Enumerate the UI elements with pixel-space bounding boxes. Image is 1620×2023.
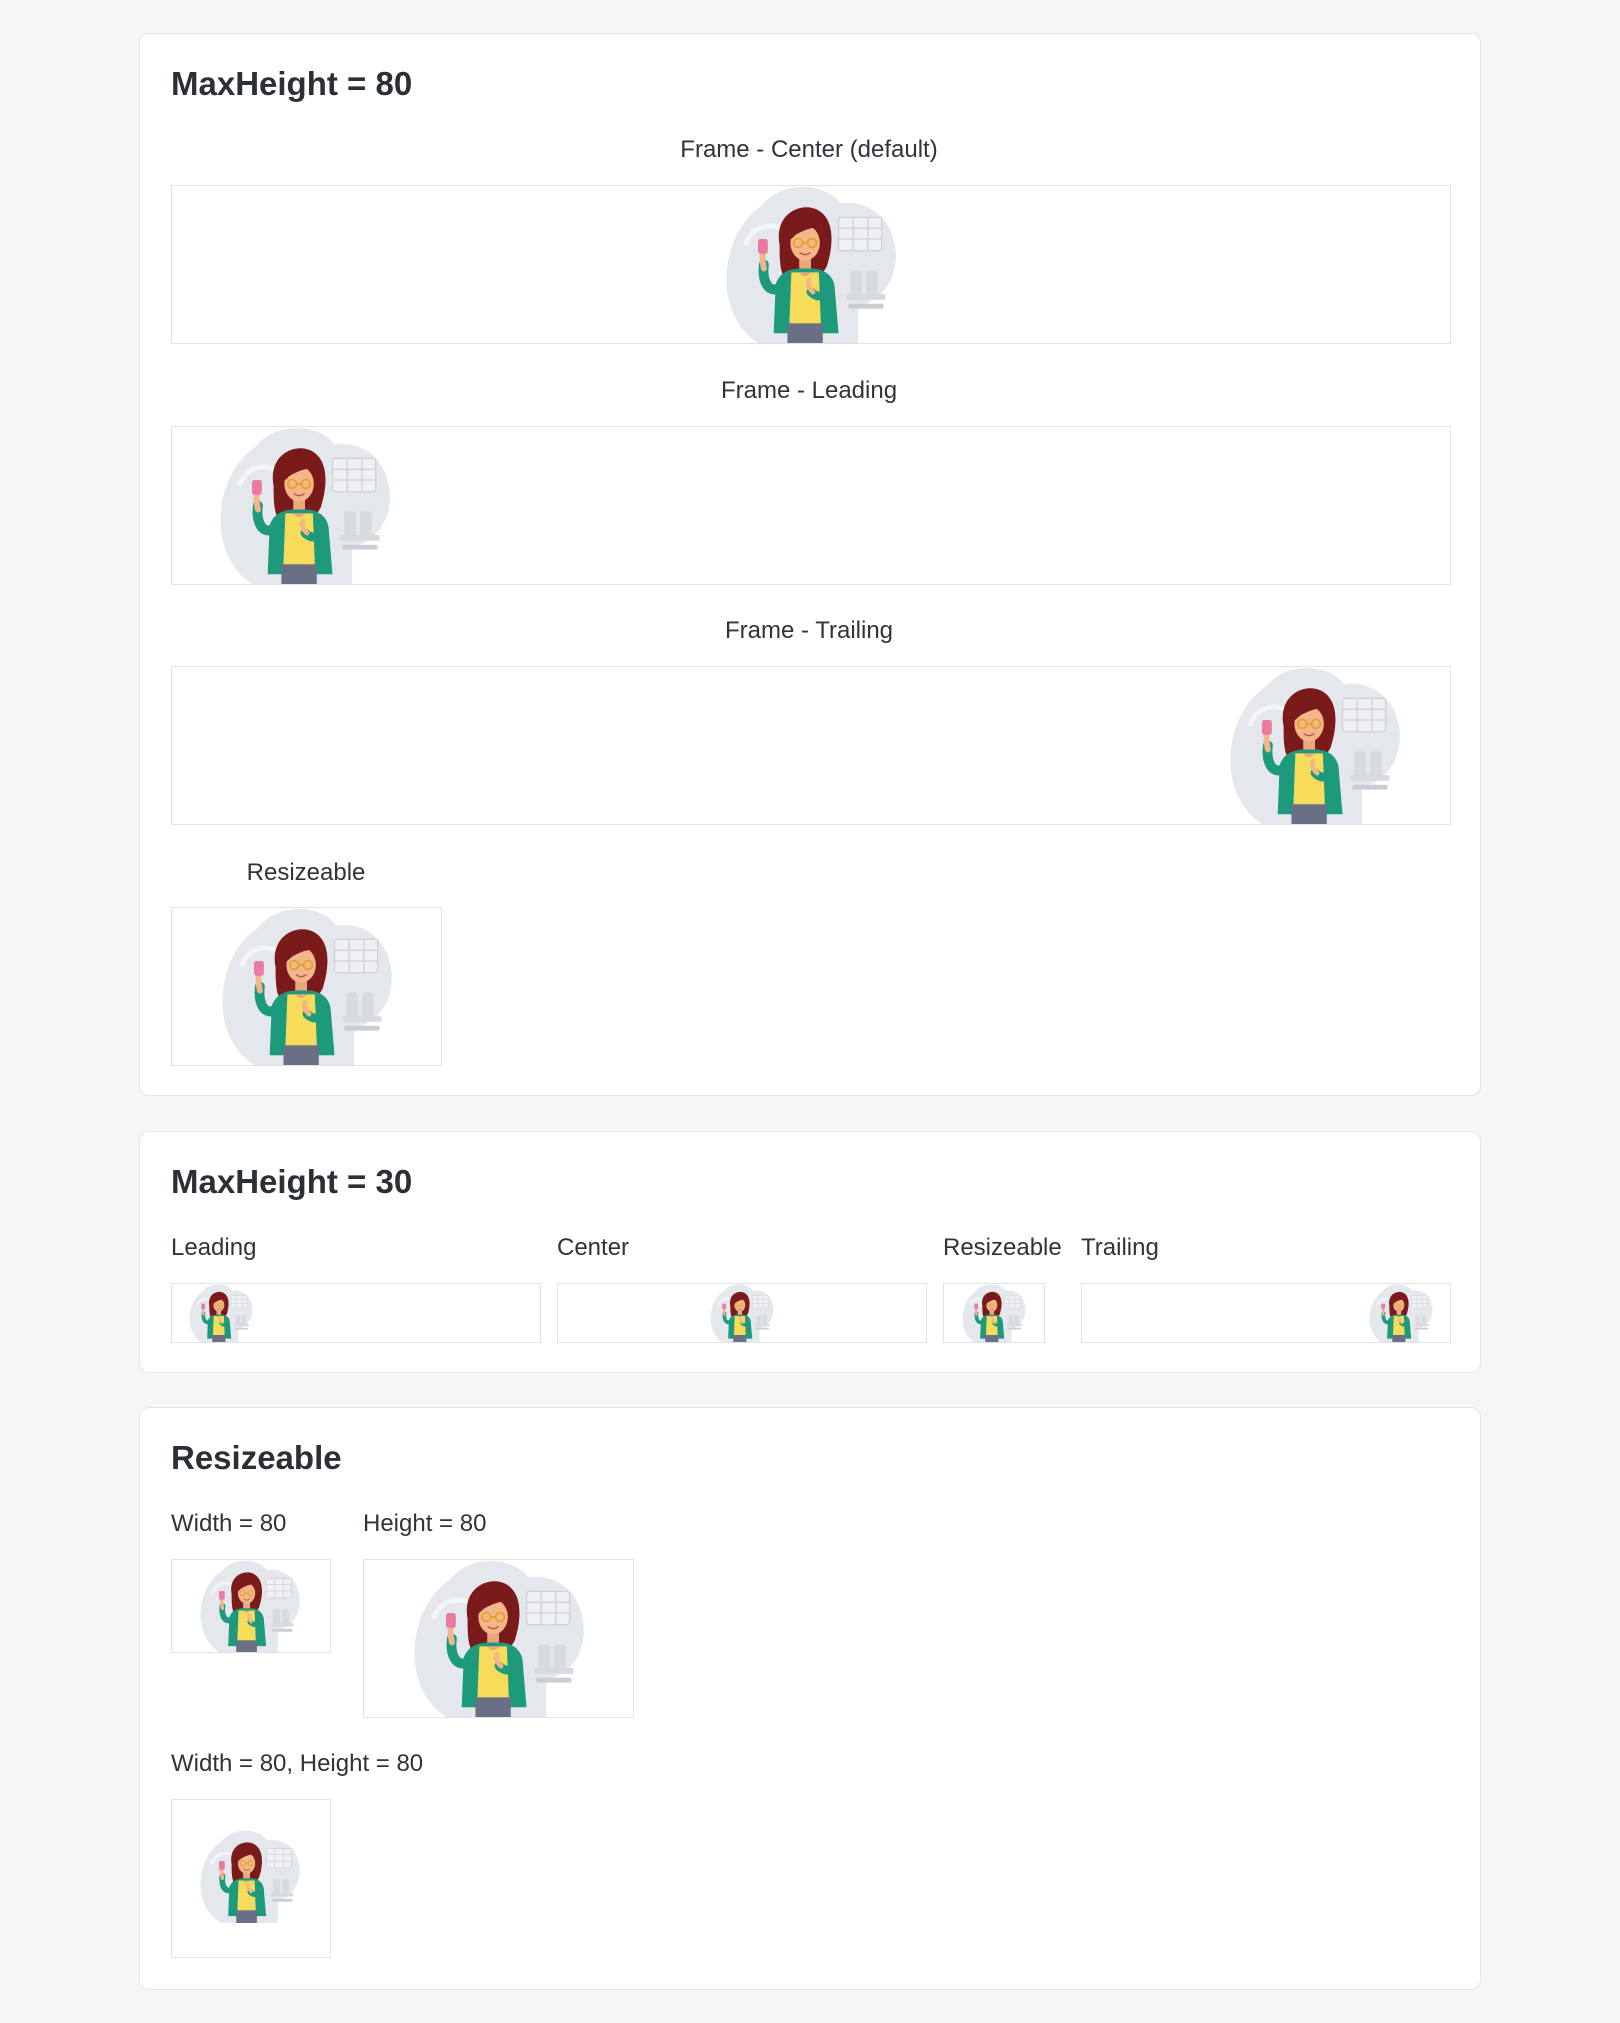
center-label: Center (557, 1234, 630, 1261)
section-resizeable: Resizeable Width = 80 Height = 80 Width … (139, 1407, 1481, 1990)
resizeable-box (943, 1283, 1045, 1343)
center-box (557, 1283, 927, 1343)
woman-with-phone-illustration-icon (216, 427, 394, 585)
woman-with-phone-illustration-icon (961, 1284, 1027, 1343)
trailing-box (1081, 1283, 1451, 1343)
woman-with-phone-illustration-icon (198, 1830, 302, 1923)
frame-center-box (171, 185, 1451, 344)
width-80-label: Width = 80 (171, 1510, 287, 1537)
leading-box (171, 1283, 541, 1343)
woman-with-phone-illustration-icon (410, 1560, 588, 1718)
section-maxheight-80: MaxHeight = 80 Frame - Center (default) … (139, 33, 1481, 1096)
frame-center-label: Frame - Center (default) (680, 136, 938, 163)
frame-trailing-label: Frame - Trailing (724, 617, 894, 644)
woman-with-phone-illustration-icon (188, 1284, 254, 1343)
woman-with-phone-illustration-icon (709, 1284, 775, 1343)
height-80-box (363, 1559, 634, 1718)
section-title: MaxHeight = 80 (171, 65, 413, 102)
woman-with-phone-illustration-icon (722, 186, 900, 344)
woman-with-phone-illustration-icon (198, 1560, 302, 1653)
leading-label: Leading (171, 1234, 257, 1261)
section-title: Resizeable (171, 1439, 342, 1476)
frame-leading-box (171, 426, 1451, 585)
section-title: MaxHeight = 30 (171, 1163, 413, 1200)
woman-with-phone-illustration-icon (1368, 1284, 1434, 1343)
width-height-80-box (171, 1799, 331, 1958)
width-80-box (171, 1559, 331, 1653)
frame-leading-label: Frame - Leading (720, 377, 898, 404)
woman-with-phone-illustration-icon (218, 908, 396, 1066)
resizeable-label: Resizeable (246, 859, 366, 886)
resizeable-label: Resizeable (943, 1234, 1062, 1261)
section-maxheight-30: MaxHeight = 30 Leading Center Resizeable… (139, 1131, 1481, 1373)
woman-with-phone-illustration-icon (1226, 667, 1404, 825)
trailing-label: Trailing (1081, 1234, 1159, 1261)
resizeable-box (171, 907, 442, 1066)
width-height-80-label: Width = 80, Height = 80 (171, 1750, 424, 1777)
height-80-label: Height = 80 (363, 1510, 487, 1537)
frame-trailing-box (171, 666, 1451, 825)
